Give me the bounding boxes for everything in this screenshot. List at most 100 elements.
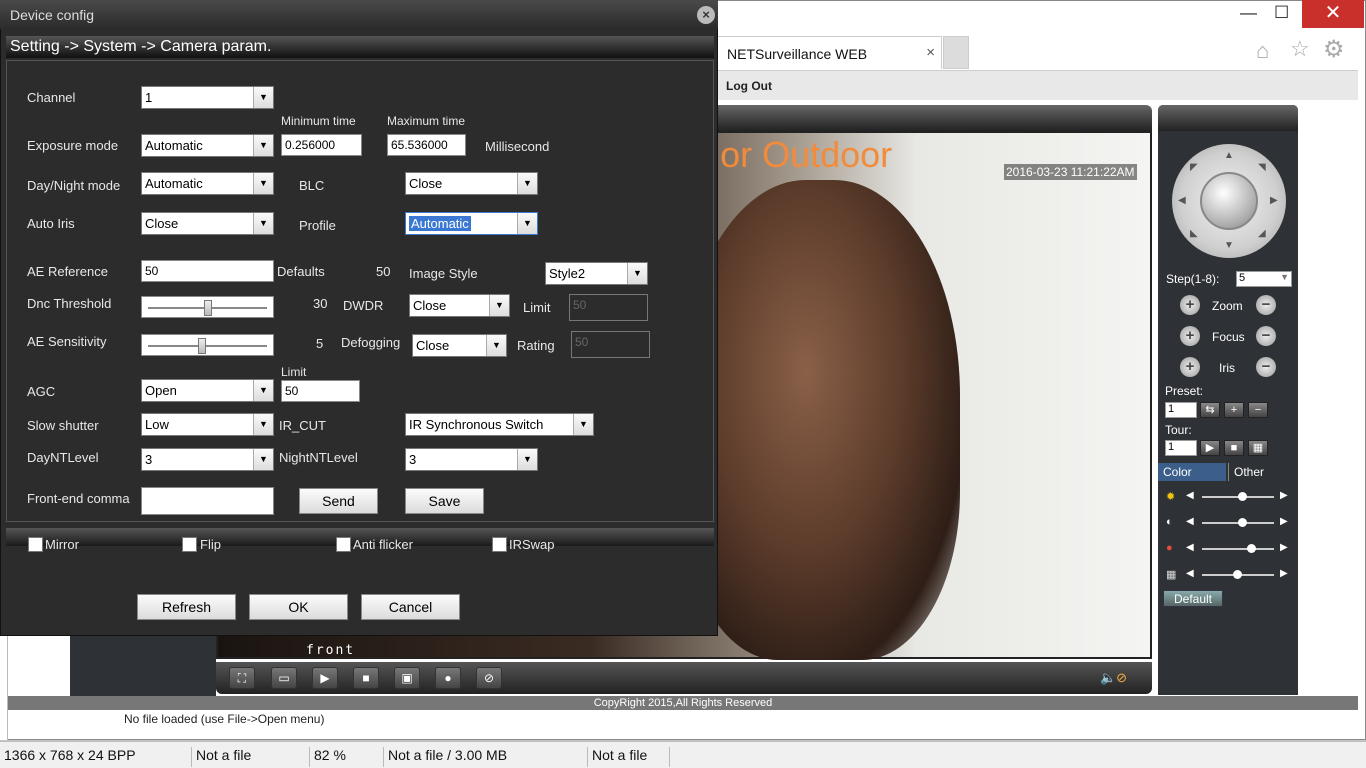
agc-select[interactable]: Open ▼ [141,379,274,402]
brightness-knob[interactable] [1237,492,1247,501]
decrease-icon[interactable]: ◀ [1186,568,1194,579]
dialog-close-icon[interactable]: × [697,6,715,24]
close-window-button[interactable]: ✕ [1302,0,1364,28]
zoom-in-icon[interactable]: + [1180,295,1200,315]
agc-label: AGC [27,384,56,399]
irswap-checkbox[interactable] [492,537,507,552]
window-controls: — ☐ ✕ [1230,0,1366,30]
preset-add-icon[interactable]: + [1224,402,1244,418]
refresh-button[interactable]: Refresh [137,594,236,620]
autoiris-select[interactable]: Close ▼ [141,212,274,235]
ptz-down-icon[interactable]: ▼ [1224,240,1234,251]
default-button[interactable]: Default [1163,590,1223,607]
flip-checkbox[interactable] [182,537,197,552]
preset-input[interactable]: 1 [1165,402,1197,418]
profile-select[interactable]: Automatic ▼ [405,212,538,235]
mirror-checkbox[interactable] [28,537,43,552]
dayntlevel-select[interactable]: 3 ▼ [141,448,274,471]
defogging-select[interactable]: Close ▼ [412,334,507,357]
send-button[interactable]: Send [299,488,378,514]
tab-close-icon[interactable]: × [926,44,935,61]
ok-button[interactable]: OK [249,594,348,620]
anti-flicker-checkbox[interactable] [336,537,351,552]
tour-stop-icon[interactable]: ■ [1224,440,1244,456]
tab-other[interactable]: Other [1228,463,1298,481]
decrease-icon[interactable]: ◀ [1186,516,1194,527]
maximize-button[interactable]: ☐ [1274,3,1289,23]
ptz-up-icon[interactable]: ▲ [1224,150,1234,161]
dialog-titlebar[interactable] [0,0,718,29]
ptz-right-icon[interactable]: ▶ [1270,195,1278,206]
step-select[interactable]: 5 ▼ [1236,271,1292,287]
focus-in-icon[interactable]: + [1180,326,1200,346]
nightntlevel-select[interactable]: 3 ▼ [405,448,538,471]
new-tab-button[interactable] [943,36,969,69]
dwdr-limit-input[interactable]: 50 [569,294,648,321]
image-style-select[interactable]: Style2 ▼ [545,262,648,285]
preset-remove-icon[interactable]: − [1248,402,1268,418]
chevron-down-icon: ▼ [627,263,647,284]
play-all-icon[interactable]: ▶ [312,667,338,689]
ptz-downright-icon[interactable]: ◢ [1258,228,1266,239]
increase-icon[interactable]: ▶ [1280,542,1288,553]
increase-icon[interactable]: ▶ [1280,516,1288,527]
ae-sensitivity-slider[interactable] [141,334,274,356]
saturation-knob[interactable] [1246,544,1256,553]
ptz-upright-icon[interactable]: ◥ [1258,162,1266,173]
exposure-select[interactable]: Automatic ▼ [141,134,274,157]
tab-color[interactable]: Color [1158,463,1226,481]
ae-reference-input[interactable]: 50 [141,260,274,282]
contrast-knob[interactable] [1237,518,1247,527]
ptz-left-icon[interactable]: ◀ [1178,195,1186,206]
dnc-threshold-slider[interactable] [141,296,274,318]
max-time-input[interactable]: 65.536000 [387,134,466,156]
hue-knob[interactable] [1232,570,1242,579]
browser-tab[interactable]: NETSurveillance WEB × [706,36,942,69]
ir-cut-select[interactable]: IR Synchronous Switch ▼ [405,413,594,436]
speaker-mute-icon[interactable]: 🔈⊘ [1100,670,1127,686]
tour-play-icon[interactable]: ▶ [1200,440,1220,456]
slider-knob[interactable] [203,300,212,316]
gear-icon[interactable]: ⚙ [1323,35,1345,64]
logout-link[interactable]: Log Out [726,79,772,93]
save-button[interactable]: Save [405,488,484,514]
snapshot-icon[interactable]: ▣ [394,667,420,689]
minimize-button[interactable]: — [1240,3,1257,23]
decrease-icon[interactable]: ◀ [1186,490,1194,501]
single-view-icon[interactable]: ▭ [271,667,297,689]
fullscreen-icon[interactable]: ⛶ [229,667,255,689]
profile-label: Profile [299,218,336,233]
exposure-label: Exposure mode [27,138,119,153]
stop-record-icon[interactable]: ⊘ [476,667,502,689]
anti-flicker-label: Anti flicker [353,537,413,552]
ptz-upleft-icon[interactable]: ◤ [1190,162,1198,173]
slow-shutter-select[interactable]: Low ▼ [141,413,274,436]
zoom-out-icon[interactable]: − [1256,295,1276,315]
min-time-input[interactable]: 0.256000 [281,134,362,156]
iris-in-icon[interactable]: + [1180,357,1200,377]
ptz-center-button[interactable] [1200,172,1258,230]
home-icon[interactable]: ⌂ [1256,38,1269,64]
preset-goto-icon[interactable]: ⇆ [1200,402,1220,418]
dwdr-select[interactable]: Close ▼ [409,294,510,317]
star-icon[interactable]: ☆ [1290,36,1310,62]
ptz-downleft-icon[interactable]: ◣ [1190,228,1198,239]
increase-icon[interactable]: ▶ [1280,490,1288,501]
iris-out-icon[interactable]: − [1256,357,1276,377]
frontend-command-input[interactable] [141,487,274,515]
channel-select[interactable]: 1 ▼ [141,86,274,109]
slider-knob[interactable] [197,338,206,354]
record-icon[interactable]: ● [435,667,461,689]
increase-icon[interactable]: ▶ [1280,568,1288,579]
focus-out-icon[interactable]: − [1256,326,1276,346]
tour-grid-icon[interactable]: ▦ [1248,440,1268,456]
cancel-button[interactable]: Cancel [361,594,460,620]
defog-rating-input[interactable]: 50 [571,331,650,358]
blc-select[interactable]: Close ▼ [405,172,538,195]
tour-input[interactable]: 1 [1165,440,1197,456]
daynight-select[interactable]: Automatic ▼ [141,172,274,195]
agc-limit-input[interactable]: 50 [281,380,360,402]
saturation-track[interactable] [1202,548,1274,550]
decrease-icon[interactable]: ◀ [1186,542,1194,553]
stop-all-icon[interactable]: ■ [353,667,379,689]
